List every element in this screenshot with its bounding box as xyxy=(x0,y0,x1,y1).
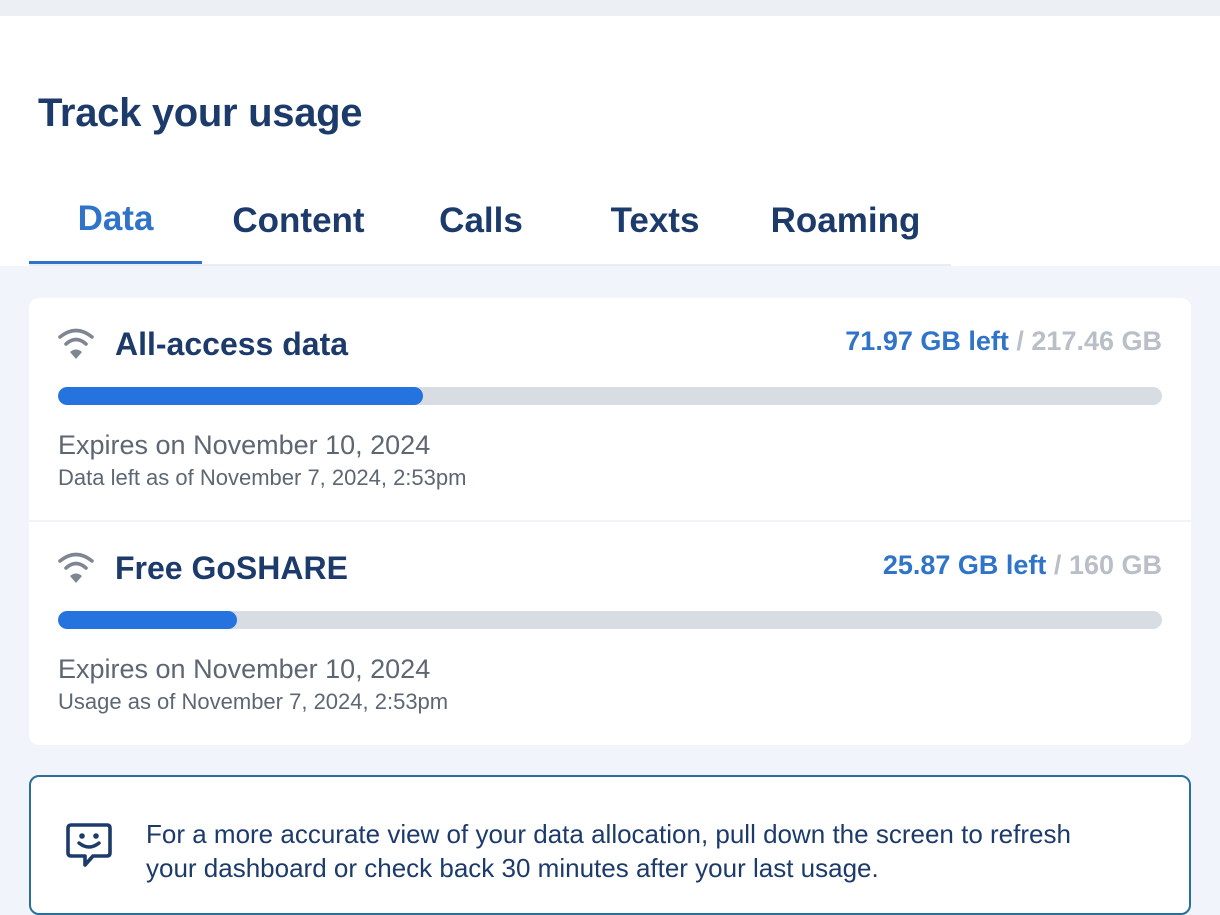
usage-progress-fill xyxy=(58,387,424,405)
amount-total: 160 GB xyxy=(1068,550,1162,580)
chat-smile-icon xyxy=(66,823,112,867)
usage-progress-fill xyxy=(58,611,237,629)
wifi-icon xyxy=(58,328,94,359)
top-strip xyxy=(0,0,1220,16)
usage-item-all-access[interactable]: All-access data 71.97 GB left / 217.46 G… xyxy=(29,298,1191,522)
expiry-date: Expires on November 10, 2024 xyxy=(58,654,431,684)
tab-calls[interactable]: Calls xyxy=(395,176,567,266)
tab-roaming[interactable]: Roaming xyxy=(743,176,948,266)
usage-card: All-access data 71.97 GB left / 217.46 G… xyxy=(29,298,1191,745)
page-title: Track your usage xyxy=(38,91,363,135)
tab-texts[interactable]: Texts xyxy=(567,176,743,266)
info-banner: For a more accurate view of your data al… xyxy=(29,775,1191,915)
usage-amount: 71.97 GB left / 217.46 GB xyxy=(845,326,1162,357)
usage-progress-bar xyxy=(58,387,1162,405)
amount-total: 217.46 GB xyxy=(1031,326,1162,356)
amount-left: 25.87 GB left xyxy=(882,550,1047,580)
tab-data[interactable]: Data xyxy=(29,176,202,266)
info-text: For a more accurate view of your data al… xyxy=(146,819,1071,883)
usage-item-free-goshare[interactable]: Free GoSHARE 25.87 GB left / 160 GB Expi… xyxy=(29,522,1191,745)
usage-item-name: Free GoSHARE xyxy=(115,550,348,586)
amount-separator: / xyxy=(1016,326,1024,356)
wifi-icon xyxy=(58,552,94,583)
usage-timestamp: Usage as of November 7, 2024, 2:53pm xyxy=(58,689,449,714)
usage-amount: 25.87 GB left / 160 GB xyxy=(883,550,1162,581)
usage-progress-bar xyxy=(58,611,1162,629)
amount-separator: / xyxy=(1053,550,1062,580)
tabs-underline xyxy=(29,264,951,266)
expiry-date: Expires on November 10, 2024 xyxy=(58,430,431,460)
amount-left: 71.97 GB left xyxy=(845,326,1009,356)
usage-timestamp: Data left as of November 7, 2024, 2:53pm xyxy=(58,465,467,490)
usage-tabs: Data Content Calls Texts Roaming xyxy=(29,176,951,266)
tab-content[interactable]: Content xyxy=(202,176,395,266)
header: Track your usage Data Content Calls Text… xyxy=(0,16,1220,266)
usage-item-name: All-access data xyxy=(115,326,349,362)
